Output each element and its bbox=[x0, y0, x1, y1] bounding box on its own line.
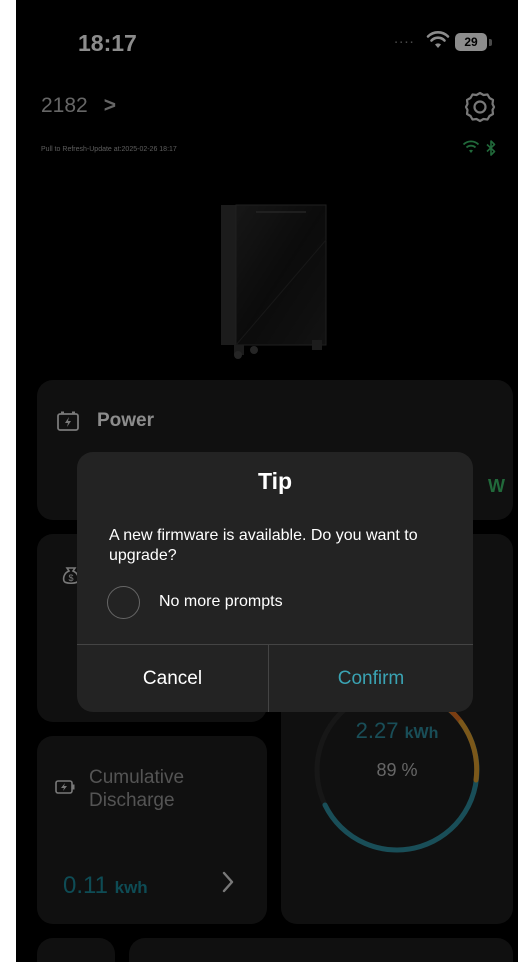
dialog-title: Tip bbox=[257, 468, 293, 494]
no-more-prompts-label[interactable]: No more prompts bbox=[159, 593, 283, 611]
cancel-button[interactable]: Cancel bbox=[77, 645, 268, 712]
app-screen: 18:17 .... 29 2182 > Pull to Refresh-Upd… bbox=[16, 0, 518, 962]
confirm-button[interactable]: Confirm bbox=[269, 645, 473, 712]
firmware-update-dialog: Tip A new firmware is available. Do you … bbox=[77, 452, 473, 712]
no-more-prompts-radio[interactable] bbox=[107, 586, 140, 619]
dialog-message: A new firmware is available. Do you want… bbox=[109, 527, 418, 564]
